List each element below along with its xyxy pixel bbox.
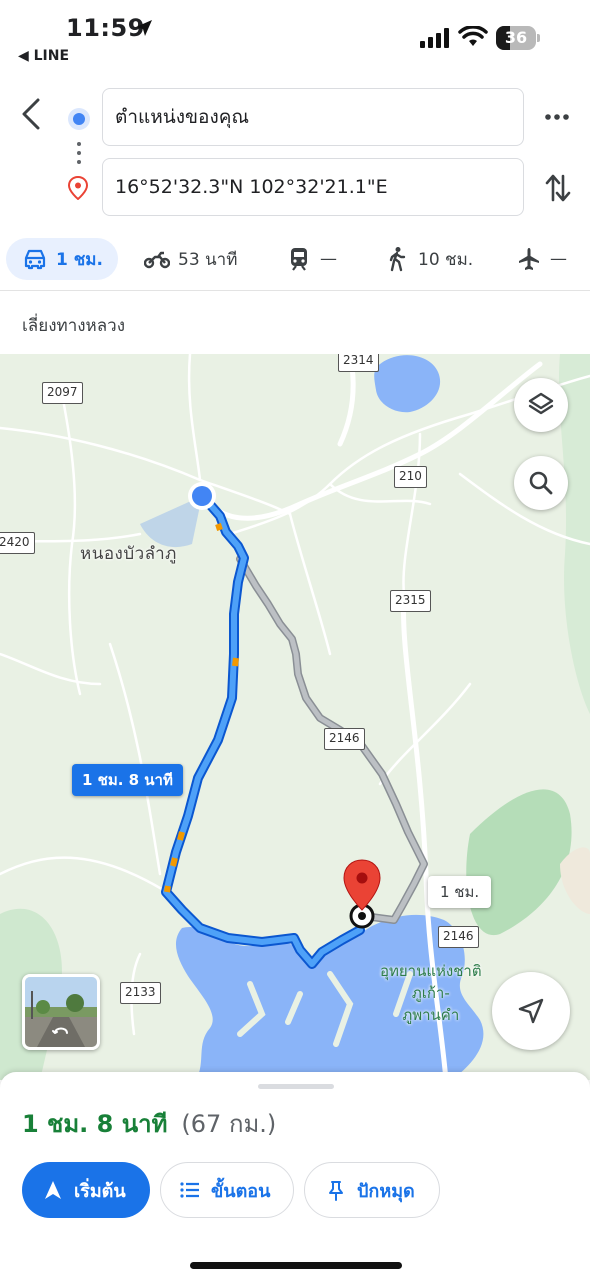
- trip-distance: (67 กม.): [181, 1110, 277, 1138]
- mode-flight[interactable]: —: [516, 238, 567, 280]
- airplane-icon: [519, 248, 539, 270]
- directions-sheet: 1 ชม. 8 นาที (67 กม.) เริ่มต้น ขั้นตอน ป…: [0, 1072, 590, 1280]
- alt-route-badge[interactable]: 1 ชม.: [428, 876, 492, 908]
- map-canvas: [0, 354, 590, 1080]
- train-icon: [291, 248, 307, 271]
- road-shield: 2146: [324, 728, 365, 750]
- steps-button-label: ขั้นตอน: [211, 1180, 271, 1202]
- map-view[interactable]: 2314 2097 210 2420 2315 2146 2146 2133 ห…: [0, 354, 590, 1080]
- origin-marker-icon: [68, 108, 90, 130]
- navigation-icon: [45, 1181, 61, 1199]
- pin-button[interactable]: ปักหมุด: [304, 1162, 440, 1218]
- back-to-app[interactable]: ◀ LINE: [18, 48, 69, 64]
- trip-duration: 1 ชม. 8 นาที: [22, 1110, 168, 1138]
- road-shield: 2146: [438, 926, 479, 948]
- road-shield: 2097: [42, 382, 83, 404]
- motorcycle-icon: [144, 251, 170, 269]
- mode-driving-label: 1 ชม.: [56, 249, 103, 270]
- divider: [0, 290, 590, 291]
- city-label: หนองบัวลำภู: [80, 544, 177, 564]
- road-shield: 2420: [0, 532, 35, 554]
- search-icon: [529, 471, 553, 495]
- start-button-label: เริ่มต้น: [74, 1180, 126, 1202]
- steps-button[interactable]: ขั้นตอน: [160, 1162, 294, 1218]
- destination-map-pin: [343, 859, 381, 911]
- location-arrow-icon: [136, 20, 152, 36]
- mode-walking-label: 10 ชม.: [418, 249, 474, 270]
- street-view-photo: [25, 977, 97, 1047]
- road-shield: 2315: [390, 590, 431, 612]
- mode-flight-label: —: [550, 249, 567, 269]
- trip-summary: 1 ชม. 8 นาที (67 กม.): [22, 1104, 276, 1143]
- park-label: อุทยานแห่งชาติ ภูเก้า- ภูพานคำ: [380, 962, 482, 1024]
- walking-icon: [389, 247, 406, 272]
- start-button[interactable]: เริ่มต้น: [22, 1162, 150, 1218]
- destination-field[interactable]: 16°52'32.3"N 102°32'21.1"E: [102, 158, 524, 216]
- status-bar: 11:59 ◀ LINE 36: [0, 0, 590, 80]
- mode-motorcycle-label: 53 นาที: [178, 249, 238, 270]
- travel-mode-tabs: 1 ชม. 53 นาที — 10 ชม. —: [0, 238, 590, 284]
- back-arrow-icon[interactable]: [16, 96, 48, 132]
- swap-icon[interactable]: [544, 172, 572, 204]
- road-shield: 2133: [120, 982, 161, 1004]
- current-location-dot: [192, 486, 212, 506]
- wifi-icon: [458, 26, 488, 46]
- map-search-button[interactable]: [514, 456, 568, 510]
- sheet-handle[interactable]: [258, 1084, 334, 1089]
- mode-driving[interactable]: 1 ชม.: [6, 238, 118, 280]
- navigation-arrow-icon: [518, 998, 544, 1024]
- home-indicator: [190, 1262, 402, 1269]
- list-icon: [180, 1182, 199, 1198]
- street-view-thumbnail[interactable]: [22, 974, 100, 1050]
- pin-button-label: ปักหมุด: [357, 1180, 415, 1202]
- route-connector-icon: [77, 142, 81, 164]
- route-option-note: เลี่ยงทางหลวง: [22, 316, 126, 336]
- layers-button[interactable]: [514, 378, 568, 432]
- route-duration-badge[interactable]: 1 ชม. 8 นาที: [72, 764, 183, 796]
- mode-walking[interactable]: 10 ชม.: [384, 238, 473, 280]
- mode-transit-label: —: [320, 249, 337, 269]
- mode-transit[interactable]: —: [286, 238, 337, 280]
- road-shield: 2314: [338, 354, 379, 372]
- battery-level: 36: [504, 28, 528, 47]
- destination-pin-icon: [68, 176, 88, 200]
- pin-icon: [329, 1181, 343, 1201]
- origin-field[interactable]: ตำแหน่งของคุณ: [102, 88, 524, 146]
- mode-motorcycle[interactable]: 53 นาที: [144, 238, 237, 280]
- layers-icon: [528, 392, 554, 415]
- reservoir-north: [374, 355, 441, 413]
- battery-icon: 36: [496, 26, 540, 50]
- car-icon: [24, 249, 46, 270]
- more-options-icon[interactable]: [544, 110, 570, 124]
- cellular-signal-icon: [420, 28, 449, 48]
- recenter-button[interactable]: [492, 972, 570, 1050]
- road-shield: 210: [394, 466, 427, 488]
